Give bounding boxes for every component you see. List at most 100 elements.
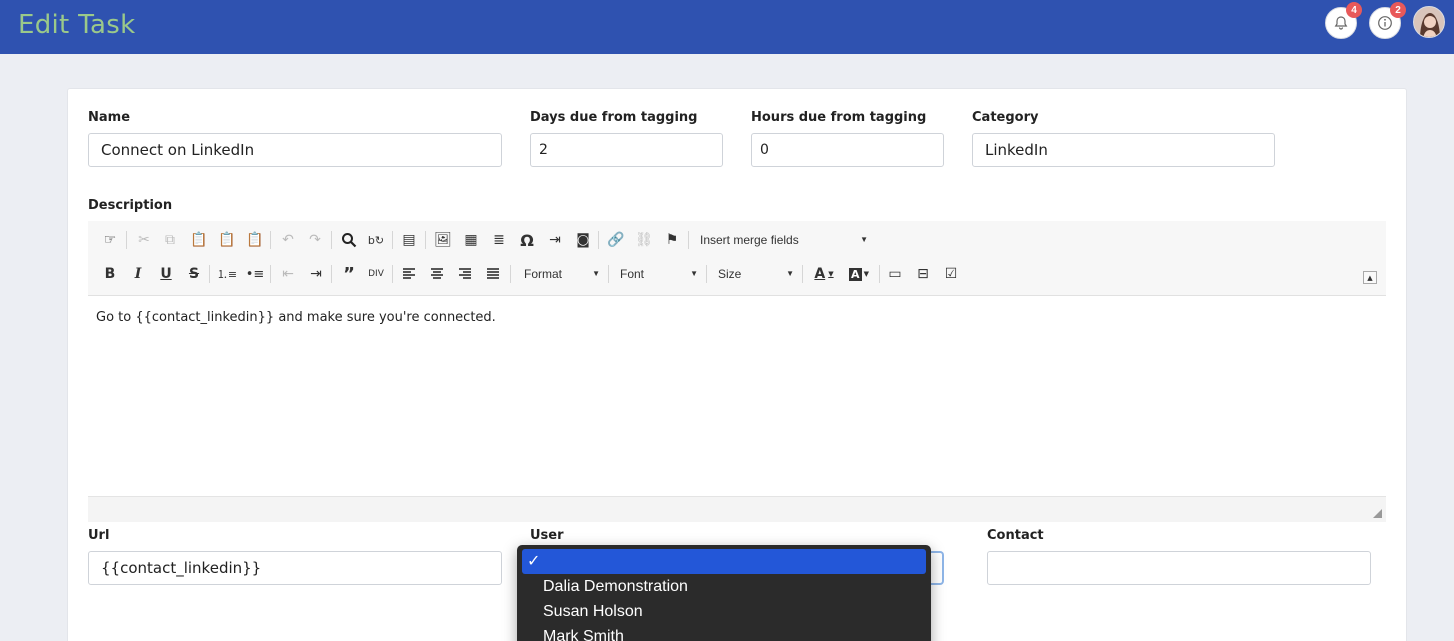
unlink-icon[interactable]: ⛓ xyxy=(634,230,654,250)
textfield-icon[interactable]: ▭ xyxy=(885,264,905,284)
strike-icon[interactable]: S xyxy=(184,264,204,284)
text-color-icon[interactable]: A ▼ xyxy=(810,264,838,284)
avatar-image xyxy=(1414,7,1444,37)
cut-icon[interactable]: ✂ xyxy=(134,230,154,250)
top-bar: Edit Task 4 2 xyxy=(0,0,1454,54)
page-title: Edit Task xyxy=(18,10,136,40)
toolbar-separator xyxy=(392,265,393,283)
notifications-badge: 4 xyxy=(1346,2,1362,18)
paste-text-icon[interactable]: 📋 xyxy=(217,230,237,250)
user-option[interactable]: Mark Smith xyxy=(522,624,926,641)
user-dropdown-menu: ✓ Dalia Demonstration Susan Holson Mark … xyxy=(517,545,931,641)
anchor-icon[interactable]: ⚑ xyxy=(662,230,682,250)
toolbar-separator xyxy=(270,231,271,249)
bold-icon[interactable]: B xyxy=(100,264,120,284)
toolbar-collapse-button[interactable]: ▲ xyxy=(1363,271,1377,284)
category-input[interactable]: LinkedIn xyxy=(972,133,1275,167)
indent-block-icon[interactable]: ⇥ xyxy=(545,230,565,250)
category-label: Category xyxy=(972,110,1039,125)
format-label: Format xyxy=(524,267,563,281)
chevron-down-icon: ▼ xyxy=(786,269,794,278)
hours-due-label: Hours due from tagging xyxy=(751,110,927,125)
editor-toolbar: ☞ ✂ ⧉ 📋 📋 📋 ↶ ↷ b↻ ▤ 🖼 ▦ ≣ Ω ⇥ ◙ 🔗 ⛓ ⚑ I… xyxy=(88,221,1386,296)
user-option[interactable]: Dalia Demonstration xyxy=(522,574,926,599)
select-all-icon[interactable]: ▤ xyxy=(399,230,419,250)
chevron-down-icon: ▼ xyxy=(690,269,698,278)
bell-icon xyxy=(1334,16,1348,30)
contact-label: Contact xyxy=(987,528,1044,543)
info-badge: 2 xyxy=(1390,2,1406,18)
outdent-icon[interactable]: ⇤ xyxy=(278,264,298,284)
hours-due-input[interactable]: 0 xyxy=(751,133,944,167)
editor-content[interactable]: Go to {{contact_linkedin}} and make sure… xyxy=(88,296,1386,496)
user-avatar[interactable] xyxy=(1413,6,1445,38)
font-dropdown[interactable]: Font ▼ xyxy=(620,264,700,284)
contact-input[interactable] xyxy=(987,551,1371,585)
div-icon[interactable]: DIV xyxy=(366,264,386,284)
size-label: Size xyxy=(718,267,742,281)
paste-word-icon[interactable]: 📋 xyxy=(245,230,265,250)
toolbar-separator xyxy=(126,231,127,249)
image-icon[interactable]: 🖼 xyxy=(433,230,453,250)
find-icon[interactable] xyxy=(339,230,359,250)
numbered-list-icon[interactable]: ⒈≡ xyxy=(217,264,237,284)
url-input[interactable]: {{contact_linkedin}} xyxy=(88,551,502,585)
blockquote-icon[interactable]: ” xyxy=(339,264,359,285)
toolbar-separator xyxy=(425,231,426,249)
paste-icon[interactable]: 📋 xyxy=(189,230,209,250)
description-label: Description xyxy=(88,198,173,213)
toolbar-separator xyxy=(706,265,707,283)
toolbar-separator xyxy=(270,265,271,283)
user-option[interactable]: Susan Holson xyxy=(522,599,926,624)
name-input[interactable]: Connect on LinkedIn xyxy=(88,133,502,167)
toolbar-separator xyxy=(688,231,689,249)
user-option-label: Mark Smith xyxy=(543,627,624,641)
align-left-icon[interactable] xyxy=(399,264,419,284)
flash-icon[interactable]: ◙ xyxy=(573,230,593,250)
toolbar-separator xyxy=(331,265,332,283)
toolbar-separator xyxy=(209,265,210,283)
toolbar-separator xyxy=(802,265,803,283)
underline-icon[interactable]: U xyxy=(156,264,176,284)
paste-from-word-icon[interactable]: ☞ xyxy=(100,230,120,250)
url-label: Url xyxy=(88,528,110,543)
chevron-down-icon: ▼ xyxy=(860,235,868,244)
format-dropdown[interactable]: Format ▼ xyxy=(524,264,602,284)
font-label: Font xyxy=(620,267,645,281)
resize-handle-icon[interactable] xyxy=(1373,509,1382,518)
rich-text-editor: ☞ ✂ ⧉ 📋 📋 📋 ↶ ↷ b↻ ▤ 🖼 ▦ ≣ Ω ⇥ ◙ 🔗 ⛓ ⚑ I… xyxy=(88,221,1386,522)
checkbox-icon[interactable]: ☑ xyxy=(941,264,961,284)
days-due-label: Days due from tagging xyxy=(530,110,698,125)
editor-statusbar xyxy=(88,496,1386,522)
notifications-button[interactable]: 4 xyxy=(1325,2,1362,39)
table-icon[interactable]: ▦ xyxy=(461,230,481,250)
chevron-down-icon: ▼ xyxy=(592,269,600,278)
redo-icon[interactable]: ↷ xyxy=(305,230,325,250)
replace-icon[interactable]: b↻ xyxy=(366,230,386,250)
info-icon xyxy=(1378,16,1392,30)
size-dropdown[interactable]: Size ▼ xyxy=(718,264,796,284)
bulleted-list-icon[interactable]: •≡ xyxy=(245,264,265,284)
indent-icon[interactable]: ⇥ xyxy=(306,264,326,284)
user-option-empty[interactable]: ✓ xyxy=(522,549,926,574)
italic-icon[interactable]: I xyxy=(128,264,148,284)
align-right-icon[interactable] xyxy=(455,264,475,284)
toolbar-separator xyxy=(608,265,609,283)
insert-merge-fields-dropdown[interactable]: Insert merge fields ▼ xyxy=(700,230,870,250)
justify-icon[interactable] xyxy=(483,264,503,284)
toolbar-separator xyxy=(879,265,880,283)
user-label: User xyxy=(530,528,564,543)
toolbar-separator xyxy=(331,231,332,249)
days-due-input[interactable]: 2 xyxy=(530,133,723,167)
copy-icon[interactable]: ⧉ xyxy=(160,230,180,250)
info-button[interactable]: 2 xyxy=(1369,2,1406,39)
align-center-icon[interactable] xyxy=(427,264,447,284)
special-char-icon[interactable]: Ω xyxy=(517,230,537,250)
select-field-icon[interactable]: ⊟ xyxy=(913,264,933,284)
toolbar-separator xyxy=(392,231,393,249)
link-icon[interactable]: 🔗 xyxy=(606,230,626,250)
user-option-label: Susan Holson xyxy=(543,602,643,620)
undo-icon[interactable]: ↶ xyxy=(278,230,298,250)
horizontal-line-icon[interactable]: ≣ xyxy=(489,230,509,250)
bg-color-icon[interactable]: A ▼ xyxy=(844,264,874,284)
